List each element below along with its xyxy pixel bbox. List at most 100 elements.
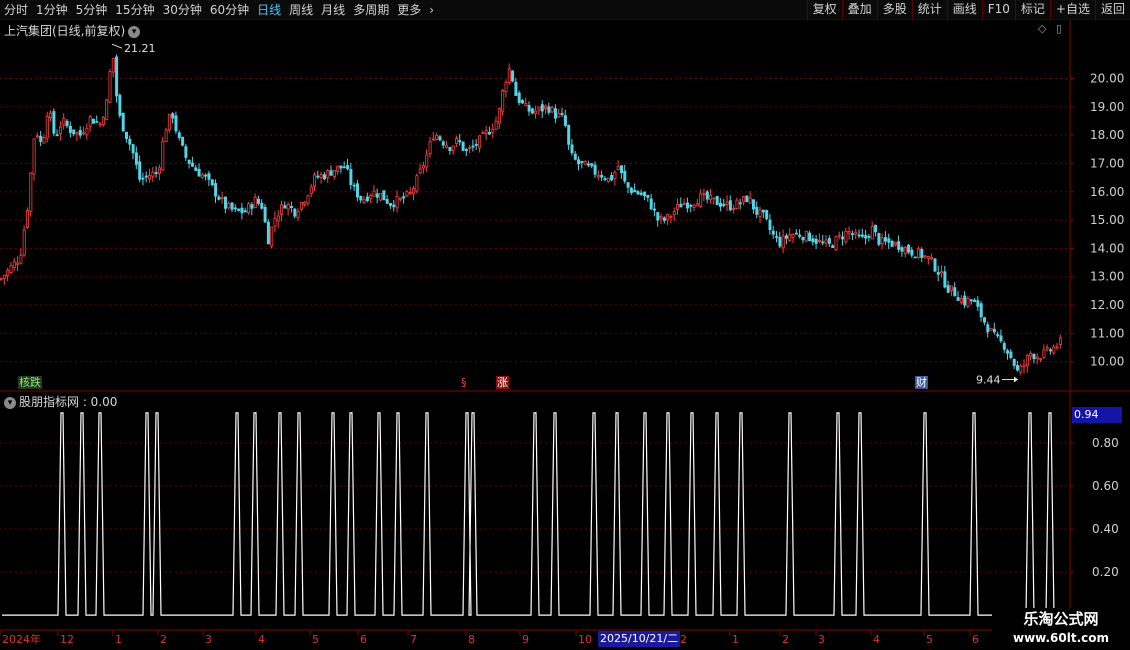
- toolbar-button-8[interactable]: 返回: [1094, 0, 1130, 20]
- candle-body: [702, 193, 706, 196]
- candle-body: [270, 226, 274, 247]
- candle-body: [524, 102, 528, 106]
- candle-body: [372, 190, 376, 197]
- indicator-title-text: 股朋指标网 : 0.00: [19, 395, 118, 409]
- period-tab-7[interactable]: 周线: [285, 0, 317, 20]
- candle-body: [722, 203, 726, 207]
- candle-body: [851, 233, 855, 236]
- toolbar-button-7[interactable]: +自选: [1049, 0, 1095, 20]
- period-tab-8[interactable]: 月线: [317, 0, 349, 20]
- candle-body: [725, 201, 729, 205]
- candle-body: [682, 203, 686, 206]
- period-tab-9[interactable]: 多周期: [349, 0, 393, 20]
- candle-body: [636, 191, 640, 195]
- candle-body: [68, 125, 72, 133]
- toolbar-button-0[interactable]: 复权: [806, 0, 842, 20]
- candle-body: [1058, 337, 1062, 345]
- indicator-title: ▾ 股朋指标网 : 0.00: [4, 393, 117, 410]
- candle-body: [167, 114, 171, 131]
- candle-body: [623, 170, 627, 182]
- candle-body: [781, 235, 785, 249]
- x-tick-label: 4: [873, 633, 880, 646]
- candle-body: [969, 299, 973, 302]
- candle-body: [184, 146, 188, 158]
- period-tab-6[interactable]: 日线: [253, 0, 285, 20]
- chevron-down-icon[interactable]: ▾: [4, 396, 16, 409]
- candle-body: [887, 238, 891, 243]
- event-tag-1[interactable]: §: [460, 376, 468, 389]
- price-candles: [0, 54, 1062, 376]
- period-tab-10[interactable]: 更多: [393, 0, 425, 20]
- event-tag-2[interactable]: 涨: [496, 376, 509, 389]
- candle-body: [164, 129, 168, 143]
- candle-body: [686, 202, 690, 209]
- candle-body: [903, 247, 907, 254]
- candle-body: [431, 138, 435, 141]
- candle-body: [468, 147, 472, 149]
- candle-body: [814, 238, 818, 244]
- candle-body: [22, 229, 26, 256]
- toolbar-button-5[interactable]: F10: [981, 0, 1015, 20]
- candle-body: [82, 132, 86, 135]
- period-tab-4[interactable]: 30分钟: [159, 0, 206, 20]
- candle-body: [355, 183, 359, 198]
- candle-body: [603, 178, 607, 181]
- candle-body: [134, 152, 138, 165]
- candle-body: [728, 200, 732, 211]
- period-tab-2[interactable]: 5分钟: [72, 0, 112, 20]
- candle-body: [616, 166, 620, 170]
- event-tag-0[interactable]: 核跌: [18, 376, 42, 389]
- candle-body: [375, 193, 379, 198]
- x-tick-label: 6: [972, 633, 979, 646]
- candle-body: [992, 328, 996, 333]
- x-tick-label: 7: [410, 633, 417, 646]
- candle-body: [1032, 353, 1036, 360]
- candle-body: [478, 135, 482, 149]
- event-tag-3[interactable]: 财: [915, 376, 928, 389]
- toolbar-button-4[interactable]: 画线: [946, 0, 982, 20]
- candle-body: [689, 204, 693, 207]
- candle-body: [870, 226, 874, 240]
- candle-body: [936, 271, 940, 275]
- watermark: 乐淘公式网 www.60lt.com: [992, 608, 1130, 650]
- candle-body: [752, 199, 756, 210]
- period-tab-0[interactable]: 分时: [0, 0, 32, 20]
- candle-body: [491, 129, 495, 133]
- period-tab-3[interactable]: 15分钟: [111, 0, 158, 20]
- candle-body: [161, 141, 165, 171]
- toolbar-button-2[interactable]: 多股: [876, 0, 912, 20]
- candle-body: [154, 172, 158, 174]
- toolbar-button-6[interactable]: 标记: [1014, 0, 1050, 20]
- candle-body: [435, 134, 439, 140]
- candle-body: [128, 138, 132, 145]
- toolbar-button-3[interactable]: 统计: [911, 0, 947, 20]
- candle-body: [857, 234, 861, 237]
- candle-body: [570, 144, 574, 154]
- candle-body: [831, 245, 835, 248]
- candle-body: [966, 298, 970, 307]
- chevron-right-icon[interactable]: ›: [425, 0, 438, 20]
- period-tab-1[interactable]: 1分钟: [32, 0, 72, 20]
- candle-body: [408, 192, 412, 194]
- candle-body: [19, 254, 23, 264]
- candle-body: [1035, 356, 1039, 359]
- toolbar-button-1[interactable]: 叠加: [841, 0, 877, 20]
- x-tick-label: 12: [60, 633, 74, 646]
- candle-body: [339, 165, 343, 169]
- candle-body: [49, 113, 53, 118]
- candle-body: [897, 241, 901, 250]
- candle-body: [415, 175, 419, 192]
- candle-body: [587, 163, 591, 166]
- candle-body: [461, 141, 465, 151]
- chart-area: 20.00 19.00 18.00 17.00 16.00 15.00 14.00 13.00…: [0, 20, 1130, 646]
- candle-body: [210, 179, 214, 186]
- candle-body: [25, 209, 29, 228]
- high-label: 21.21: [124, 42, 156, 55]
- candle-body: [141, 177, 145, 180]
- candle-body: [359, 195, 363, 201]
- period-tab-5[interactable]: 60分钟: [206, 0, 253, 20]
- candle-body: [778, 236, 782, 247]
- candle-body: [16, 262, 20, 265]
- candle-body: [214, 183, 218, 197]
- candle-body: [547, 106, 551, 113]
